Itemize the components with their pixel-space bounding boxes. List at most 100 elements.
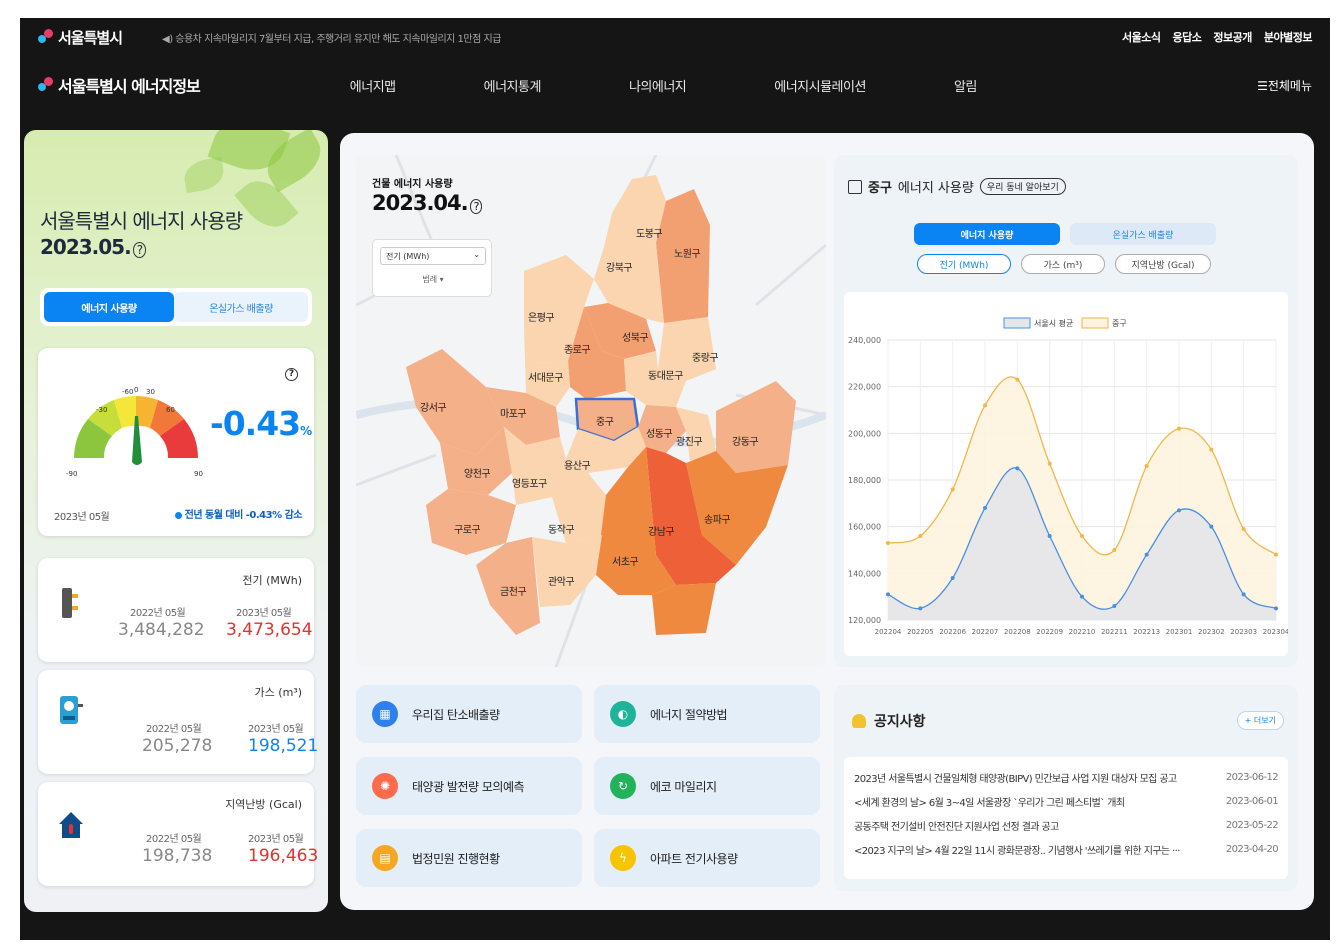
legend-label: 중구 — [1112, 319, 1127, 328]
subtab-heating[interactable]: 지역난방 (Gcal) — [1115, 254, 1211, 274]
neighborhood-button[interactable]: 우리 동네 알아보기 — [979, 178, 1066, 195]
notice-item[interactable]: <2023 지구의 날> 4월 22일 11시 광화문광장.. 기념행사 '쓰레… — [854, 837, 1279, 861]
stat-prev-value: 3,484,282 — [118, 620, 205, 640]
notice-item[interactable]: 2023년 서울특별시 건물일체형 태양광(BIPV) 민간보급 사업 지원 대… — [854, 765, 1279, 789]
x-tick-label: 202303 — [1230, 628, 1257, 636]
gauge-tick: 30 — [146, 388, 155, 396]
util-link-field[interactable]: 분야별정보 — [1264, 29, 1313, 45]
district-label: 양천구 — [464, 468, 490, 480]
gauge-tick: 90 — [194, 470, 203, 478]
chevron-down-icon: ⌄ — [473, 250, 480, 259]
data-point — [1177, 508, 1181, 513]
shortcut-solar[interactable]: ✺ 태양광 발전량 모의예측 — [356, 757, 582, 815]
district-label: 강서구 — [420, 402, 446, 414]
district-label: 용산구 — [564, 460, 590, 472]
map-label: 건물 에너지 사용량 — [372, 179, 453, 190]
district-label: 도봉구 — [636, 228, 662, 240]
util-link-news[interactable]: 서울소식 — [1122, 29, 1161, 45]
sun-icon: ✺ — [372, 773, 398, 799]
help-icon[interactable]: ? — [469, 199, 483, 214]
district-label: 노원구 — [674, 248, 700, 260]
data-point — [1209, 447, 1214, 452]
tab-ghg-emission[interactable]: 온실가스 배출량 — [174, 292, 308, 322]
data-point — [1015, 466, 1020, 471]
stat-card-gas: 가스 (m³) 2022년 05월 205,278 2023년 05월 198,… — [38, 670, 318, 774]
notice-list: 2023년 서울특별시 건물일체형 태양광(BIPV) 민간보급 사업 지원 대… — [844, 757, 1288, 879]
gauge-tick: 0 — [134, 386, 138, 394]
data-point — [1241, 592, 1246, 597]
notice-item[interactable]: <세계 환경의 날> 6월 3~4일 서울광장 `우리가 그린 페스티벌` 개최… — [854, 789, 1279, 813]
data-point — [1274, 552, 1278, 557]
nav-energy-simulation[interactable]: 에너지시뮬레이션 — [774, 76, 866, 95]
subtab-electricity[interactable]: 전기 (MWh) — [917, 254, 1011, 274]
left-tab-group: 에너지 사용량 온실가스 배출량 — [40, 288, 312, 326]
leaf-decoration — [181, 156, 227, 194]
news-ticker[interactable]: ◀) 승용차 지속마일리지 7월부터 지급, 주행거리 유지만 해도 지속마일리… — [162, 30, 501, 45]
legend-toggle[interactable]: 범례 ▾ — [373, 274, 493, 285]
y-tick-label: 140,000 — [848, 569, 881, 578]
seoul-logo-icon — [38, 29, 54, 45]
util-link-info[interactable]: 정보공개 — [1213, 29, 1252, 45]
nav-energy-map[interactable]: 에너지맵 — [350, 76, 396, 95]
all-menu-button[interactable]: ☰전체메뉴 — [1257, 77, 1312, 94]
district-guro[interactable] — [426, 489, 516, 555]
x-tick-label: 202210 — [1069, 628, 1096, 636]
district-label: 강남구 — [648, 526, 674, 538]
district-gangdong[interactable] — [716, 381, 796, 473]
data-point — [983, 506, 987, 510]
bell-icon — [852, 714, 866, 728]
chart-tabs: 에너지 사용량 온실가스 배출량 — [914, 223, 1216, 245]
data-point — [918, 606, 923, 611]
district-chart-panel: 중구 에너지 사용량 우리 동네 알아보기 에너지 사용량 온실가스 배출량 전… — [834, 155, 1298, 667]
nav-energy-stats[interactable]: 에너지통계 — [484, 76, 542, 95]
district-label: 동작구 — [548, 524, 574, 536]
y-tick-label: 120,000 — [848, 616, 881, 625]
stat-prev-label: 2022년 05월 — [146, 834, 202, 845]
x-tick-label: 202304 — [1263, 628, 1288, 636]
notice-title: 공지사항 — [874, 714, 926, 730]
seoul-brand[interactable]: 서울특별시 — [58, 27, 123, 48]
gauge-card: ? -60 0 30 -30 60 -90 90 -0.43% 2023년 05… — [38, 348, 314, 536]
tab-energy-usage[interactable]: 에너지 사용량 — [44, 292, 174, 322]
left-date: 2023.05. — [40, 235, 132, 259]
district-label: 영등포구 — [512, 478, 547, 490]
tab-energy-usage[interactable]: 에너지 사용량 — [914, 223, 1060, 245]
district-geumcheon[interactable] — [476, 537, 540, 635]
nav-my-energy[interactable]: 나의에너지 — [629, 76, 687, 95]
help-icon[interactable]: ? — [132, 242, 147, 258]
district-gangseo[interactable] — [406, 349, 504, 455]
district-label: 중랑구 — [692, 352, 718, 364]
tab-ghg-emission[interactable]: 온실가스 배출량 — [1070, 223, 1216, 245]
shortcut-carbon[interactable]: ▦ 우리집 탄소배출량 — [356, 685, 582, 743]
stat-cur-label: 2023년 05월 — [248, 724, 304, 735]
site-title[interactable]: 서울특별시 에너지정보 — [58, 73, 201, 97]
energy-type-select[interactable]: 전기 (MWh) ⌄ — [380, 247, 486, 265]
shortcut-saving[interactable]: ◐ 에너지 절약방법 — [594, 685, 820, 743]
utility-bar: 서울특별시 ◀) 승용차 지속마일리지 7월부터 지급, 주행거리 유지만 해도… — [20, 18, 1330, 56]
data-point — [1112, 604, 1117, 608]
subtab-gas[interactable]: 가스 (m³) — [1021, 254, 1105, 274]
data-point — [1241, 527, 1246, 531]
stat-prev-label: 2022년 05월 — [130, 608, 186, 619]
help-icon[interactable]: ? — [285, 368, 298, 381]
stat-prev-value: 198,738 — [142, 846, 213, 866]
nav-notice[interactable]: 알림 — [954, 76, 977, 95]
notice-item[interactable]: 공동주택 전기설비 안전진단 지원사업 선정 결과 공고 2023-05-22 — [854, 813, 1279, 837]
seoul-usage-panel: 서울특별시 에너지 사용량 2023.05.? 에너지 사용량 온실가스 배출량… — [24, 130, 328, 912]
map-date: 2023.04.? — [372, 191, 483, 215]
plug-icon — [62, 588, 78, 618]
stat-card-heating: 지역난방 (Gcal) 2022년 05월 198,738 2023년 05월 … — [38, 782, 318, 886]
data-point — [1047, 534, 1052, 538]
district-label: 동대문구 — [648, 370, 683, 382]
x-tick-label: 202211 — [1101, 628, 1128, 636]
data-point — [950, 487, 955, 492]
data-point — [1274, 606, 1278, 611]
main-navigation: 서울특별시 에너지정보 에너지맵 에너지통계 나의에너지 에너지시뮬레이션 알림… — [20, 56, 1330, 114]
district-gwanak[interactable] — [532, 535, 602, 607]
stat-label: 지역난방 (Gcal) — [225, 798, 302, 811]
shortcut-petition[interactable]: ▤ 법정민원 진행현황 — [356, 829, 582, 887]
util-link-response[interactable]: 응답소 — [1173, 29, 1202, 45]
shortcut-apartment[interactable]: ϟ 아파트 전기사용량 — [594, 829, 820, 887]
more-button[interactable]: + 더보기 — [1236, 711, 1284, 730]
shortcut-eco-mileage[interactable]: ↻ 에코 마일리지 — [594, 757, 820, 815]
